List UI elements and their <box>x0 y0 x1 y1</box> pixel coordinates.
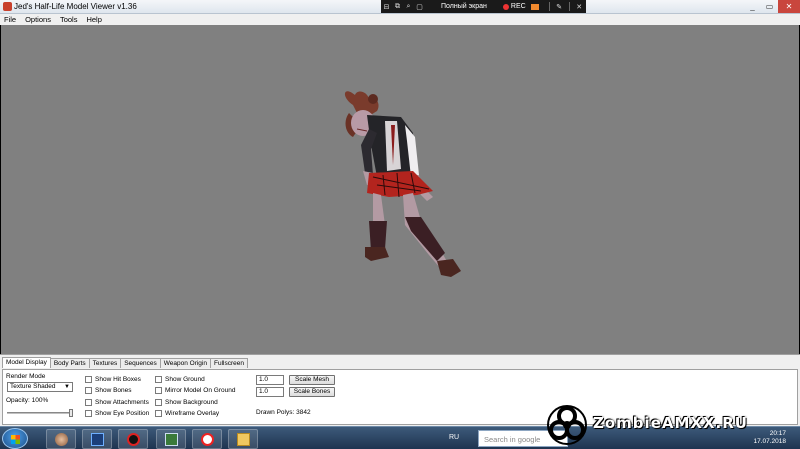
chevron-down-icon: ▼ <box>64 384 70 390</box>
taskbar-app-monitor[interactable] <box>156 429 186 449</box>
opacity-slider[interactable] <box>7 409 73 417</box>
monitor-icon <box>165 433 178 446</box>
menu-file[interactable]: File <box>4 15 16 24</box>
zoom-icon[interactable]: ⌕ <box>403 3 414 11</box>
windows-icon[interactable]: ⧉ <box>392 3 403 11</box>
yandex-browser-icon <box>201 433 214 446</box>
watermark-brand: ZombieAMXX.RU <box>593 414 748 432</box>
tab-fullscreen[interactable]: Fullscreen <box>209 358 248 368</box>
taskbar-app-avatar[interactable] <box>46 429 76 449</box>
zombie-model <box>344 91 461 277</box>
fullscreen-label[interactable]: Полный экран <box>441 3 487 10</box>
scale-bones-button[interactable]: Scale Bones <box>289 387 335 397</box>
language-indicator[interactable]: RU <box>449 434 459 441</box>
scale-mesh-input[interactable]: 1.0 <box>256 375 284 385</box>
show-ground-checkbox[interactable]: Show Ground <box>155 376 205 383</box>
minimize-button[interactable]: _ <box>744 0 761 13</box>
divider <box>548 2 550 11</box>
menu-help[interactable]: Help <box>86 15 101 24</box>
scale-bones-input[interactable]: 1.0 <box>256 387 284 397</box>
show-attachments-checkbox[interactable]: Show Attachments <box>85 399 149 406</box>
windows-logo-icon <box>11 435 20 444</box>
rec-label[interactable]: REC <box>511 3 526 10</box>
scale-mesh-button[interactable]: Scale Mesh <box>289 375 335 385</box>
menu-bar: File Options Tools Help <box>0 14 800 25</box>
render-mode-select[interactable]: Texture Shaded ▼ <box>7 382 73 392</box>
search-placeholder: Search in google <box>484 435 541 444</box>
close-icon[interactable]: ✕ <box>574 3 585 11</box>
render-mode-label: Render Mode <box>6 373 46 380</box>
show-eye-position-checkbox[interactable]: Show Eye Position <box>85 410 149 417</box>
mirror-model-checkbox[interactable]: Mirror Model On Ground <box>155 387 235 394</box>
show-hit-boxes-checkbox[interactable]: Show Hit Boxes <box>85 376 141 383</box>
divider <box>568 2 570 11</box>
user-avatar-icon <box>55 433 68 446</box>
menu-tools[interactable]: Tools <box>60 15 78 24</box>
pen-icon[interactable]: ✎ <box>554 3 565 11</box>
tab-sequences[interactable]: Sequences <box>120 358 161 368</box>
watermark: ZombieAMXX.RU <box>545 401 795 449</box>
biohazard-icon <box>547 405 587 445</box>
show-background-checkbox[interactable]: Show Background <box>155 399 218 406</box>
opacity-label: Opacity: 100% <box>6 397 49 404</box>
window-controls: _ ▭ ✕ <box>744 0 800 14</box>
window-title: Jed's Half-Life Model Viewer v1.36 <box>14 2 137 11</box>
menu-options[interactable]: Options <box>25 15 51 24</box>
taskbar-app-recorder[interactable] <box>118 429 148 449</box>
wireframe-overlay-checkbox[interactable]: Wireframe Overlay <box>155 410 219 417</box>
maximize-button[interactable]: ▭ <box>761 0 778 13</box>
start-button[interactable] <box>2 428 28 449</box>
tab-model-display[interactable]: Model Display <box>2 357 51 368</box>
close-button[interactable]: ✕ <box>778 0 800 13</box>
tab-strip: Model Display Body Parts Textures Sequen… <box>2 357 248 368</box>
region-icon[interactable]: ▢ <box>414 3 425 11</box>
tab-textures[interactable]: Textures <box>88 358 122 368</box>
drawn-polys-readout: Drawn Polys: 3842 <box>256 409 311 416</box>
folder-icon <box>237 433 250 446</box>
render-mode-value: Texture Shaded <box>10 383 56 390</box>
taskbar-app-explorer[interactable] <box>228 429 258 449</box>
photoshop-icon <box>91 433 104 446</box>
tab-body-parts[interactable]: Body Parts <box>49 358 90 368</box>
recorder-bar: ⊟ ⧉ ⌕ ▢ Полный экран REC ✎ ✕ <box>381 0 586 13</box>
restore-icon[interactable]: ⊟ <box>381 3 392 11</box>
show-bones-checkbox[interactable]: Show Bones <box>85 387 132 394</box>
model-viewport[interactable] <box>1 25 799 354</box>
camera-icon[interactable] <box>530 3 539 10</box>
slider-handle[interactable] <box>69 409 73 417</box>
record-icon[interactable] <box>502 3 509 10</box>
record-app-icon <box>127 433 140 446</box>
taskbar-app-photoshop[interactable] <box>82 429 112 449</box>
tab-weapon-origin[interactable]: Weapon Origin <box>159 358 211 368</box>
taskbar-app-yandex[interactable] <box>192 429 222 449</box>
app-icon <box>3 2 12 11</box>
